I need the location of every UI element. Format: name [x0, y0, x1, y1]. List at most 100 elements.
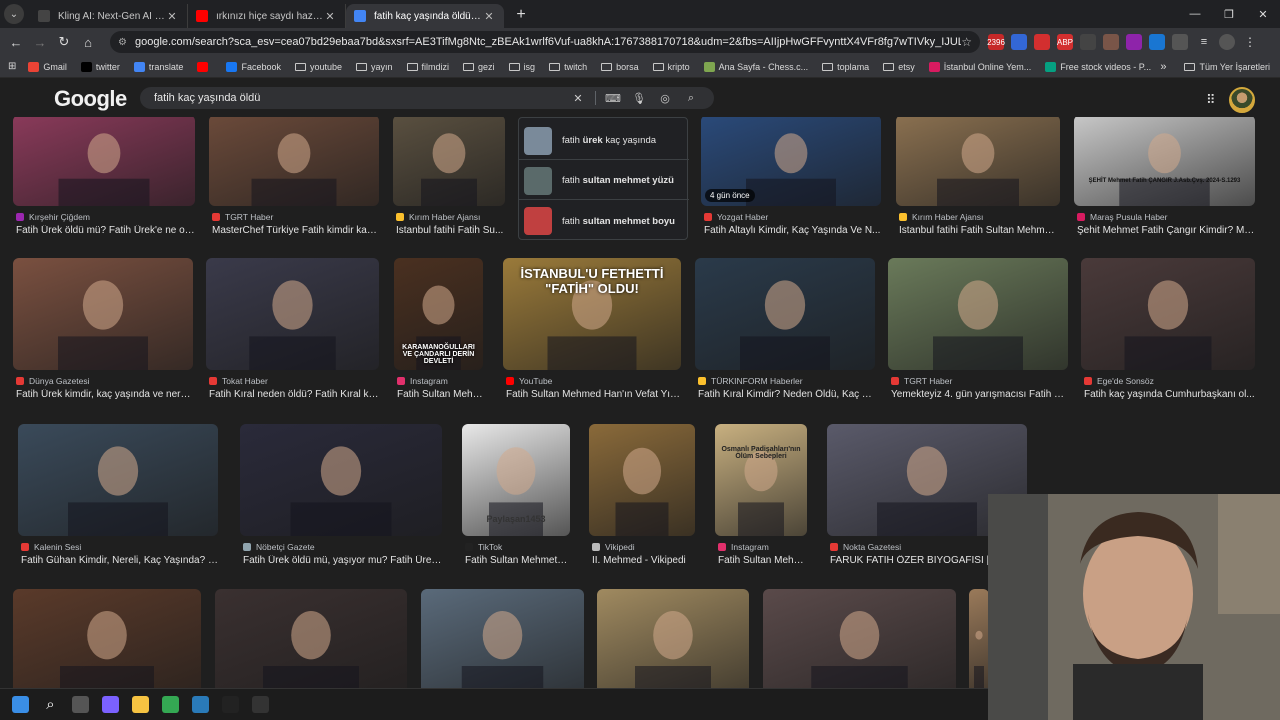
- media-controls-icon[interactable]: ≡: [1196, 34, 1212, 50]
- forward-icon[interactable]: →: [28, 35, 52, 50]
- close-window-icon[interactable]: ✕: [1246, 0, 1280, 28]
- image-result[interactable]: [969, 589, 989, 688]
- result-title[interactable]: Şehit Mehmet Fatih Çangır Kimdir? Me...: [1077, 225, 1255, 236]
- result-thumbnail[interactable]: [763, 589, 956, 688]
- extension-icon[interactable]: [1126, 34, 1142, 50]
- bookmark-link[interactable]: Ana Sayfa - Chess.c...: [703, 61, 808, 72]
- image-result[interactable]: Dünya Gazetesi Fatih Ürek kimdir, kaç yaş…: [13, 258, 193, 406]
- result-source[interactable]: TGRT Haber: [212, 212, 273, 222]
- result-source[interactable]: Dünya Gazetesi: [16, 376, 89, 386]
- bookmark-link[interactable]: twitter: [80, 61, 120, 72]
- search-icon[interactable]: ⌕: [678, 92, 704, 105]
- image-result[interactable]: Tokat Haber Fatih Kıral neden öldü? Fatih…: [206, 258, 379, 406]
- image-result[interactable]: TGRT Haber MasterChef Türkiye Fatih kimdi…: [209, 117, 379, 242]
- result-title[interactable]: Fatih Altaylı Kimdir, Kaç Yaşında Ve N..…: [704, 225, 881, 236]
- extension-icon[interactable]: 2396: [987, 34, 1005, 50]
- copilot-icon[interactable]: [102, 696, 119, 713]
- result-thumbnail[interactable]: ŞEHİT Mehmet Fatih ÇANGIR J.Asb.Çvş. 202…: [1074, 117, 1255, 206]
- result-title[interactable]: II. Mehmed - Vikipedi: [592, 555, 695, 566]
- result-thumbnail[interactable]: KARAMANOĞULLARI VE ÇANDARLI DERİN DEVLET…: [394, 258, 483, 370]
- apps-grid-icon[interactable]: ⊞: [8, 61, 16, 72]
- result-title[interactable]: Fatih Kıral Kimdir? Neden Öldü, Kaç Y...: [698, 389, 875, 400]
- result-source[interactable]: Yozgat Haber: [704, 212, 768, 222]
- result-thumbnail[interactable]: [421, 589, 584, 688]
- extension-icon[interactable]: [1103, 34, 1119, 50]
- result-thumbnail[interactable]: [896, 117, 1060, 206]
- image-result[interactable]: KARAMANOĞULLARI VE ÇANDARLI DERİN DEVLET…: [394, 258, 483, 406]
- result-title[interactable]: Fatih kaç yaşında Cumhurbaşkanı ol...: [1084, 389, 1255, 400]
- related-search-item[interactable]: fatih ürek kaç yaşında: [519, 122, 689, 160]
- result-title[interactable]: Fatih Ürek öldü mü? Fatih Ürek'e ne ol..…: [16, 225, 195, 236]
- home-icon[interactable]: ⌂: [76, 35, 100, 50]
- image-result[interactable]: TGRT Haber Yemekteyiz 4. gün yarışmacısı …: [888, 258, 1068, 406]
- result-source[interactable]: Instagram: [397, 376, 448, 386]
- extension-icon[interactable]: [1034, 34, 1050, 50]
- result-source[interactable]: TÜRKINFORM Haberler: [698, 376, 803, 386]
- result-source[interactable]: TikTok: [465, 542, 502, 552]
- result-source[interactable]: Kırım Haber Ajansı: [899, 212, 983, 222]
- extension-icon[interactable]: ABP: [1057, 34, 1073, 50]
- image-result[interactable]: Kırşehir Çiğdem Fatih Ürek öldü mü? Fatih…: [13, 117, 195, 242]
- image-result[interactable]: Nöbetçi Gazete Fatih Ürek öldü mü, yaşıyo…: [240, 424, 442, 572]
- result-thumbnail[interactable]: [1081, 258, 1255, 370]
- result-thumbnail[interactable]: İSTANBUL'U FETHETTİ "FATİH" OLDU!: [503, 258, 681, 370]
- tradingview-icon[interactable]: [222, 696, 239, 713]
- extension-icon[interactable]: [1172, 34, 1188, 50]
- result-thumbnail[interactable]: [209, 117, 379, 206]
- related-search-item[interactable]: fatih sultan mehmet boyu: [519, 202, 689, 240]
- result-thumbnail[interactable]: [888, 258, 1068, 370]
- image-result[interactable]: 4 gün önce Yozgat Haber Fatih Altaylı Kimd…: [701, 117, 881, 242]
- result-source[interactable]: Kırşehir Çiğdem: [16, 212, 90, 222]
- bookmark-link[interactable]: translate: [133, 61, 183, 72]
- result-title[interactable]: Fatih Kıral neden öldü? Fatih Kıral ka..…: [209, 389, 379, 400]
- bookmark-link[interactable]: Free stock videos - P...: [1045, 61, 1151, 72]
- task-view-icon[interactable]: [72, 696, 89, 713]
- address-bar[interactable]: ⚙ google.com/search?sca_esv=cea07bd29eba…: [110, 31, 980, 53]
- bookmark-folder[interactable]: kripto: [652, 62, 690, 72]
- result-thumbnail[interactable]: [13, 258, 193, 370]
- result-title[interactable]: MasterChef Türkiye Fatih kimdir kaç ...: [212, 225, 379, 236]
- image-result[interactable]: [421, 589, 584, 688]
- tab-close-icon[interactable]: ✕: [165, 10, 179, 23]
- tab-search-button[interactable]: ⌄: [4, 4, 24, 24]
- browser-tab[interactable]: ırkınızı hiçe saydı hazreti fatih✕: [188, 4, 346, 28]
- image-result[interactable]: [597, 589, 749, 688]
- result-title[interactable]: Yemekteyiz 4. gün yarışmacısı Fatih U...: [891, 389, 1068, 400]
- extension-icon[interactable]: [1149, 34, 1165, 50]
- result-title[interactable]: Fatih Ürek kimdir, kaç yaşında ve nere..…: [16, 389, 193, 400]
- extension-icon[interactable]: [1011, 34, 1027, 50]
- image-result[interactable]: [763, 589, 956, 688]
- result-title[interactable]: İstanbul fatihi Fatih Su...: [396, 225, 505, 236]
- result-source[interactable]: TGRT Haber: [891, 376, 952, 386]
- chrome-icon[interactable]: [162, 696, 179, 713]
- result-source[interactable]: Nöbetçi Gazete: [243, 542, 315, 552]
- image-result[interactable]: ŞEHİT Mehmet Fatih ÇANGIR J.Asb.Çvş. 202…: [1074, 117, 1255, 242]
- result-thumbnail[interactable]: [206, 258, 379, 370]
- bookmark-folder[interactable]: etsy: [883, 62, 915, 72]
- search-query[interactable]: fatih kaç yaşında öldü: [154, 92, 565, 104]
- site-info-icon[interactable]: ⚙: [118, 37, 127, 48]
- result-source[interactable]: Nokta Gazetesi: [830, 542, 901, 552]
- result-thumbnail[interactable]: [969, 589, 989, 688]
- bookmark-folder[interactable]: filmdizi: [406, 62, 449, 72]
- result-thumbnail[interactable]: [215, 589, 407, 688]
- lens-icon[interactable]: ◎: [652, 92, 678, 105]
- result-source[interactable]: Ege'de Sonsöz: [1084, 376, 1154, 386]
- result-thumbnail[interactable]: Osmanlı Padişahları'nın Ölüm Sebepleri: [715, 424, 807, 536]
- clear-search-icon[interactable]: ✕: [565, 92, 591, 105]
- image-result[interactable]: Kırım Haber Ajansı İstanbul fatihi Fatih …: [393, 117, 505, 242]
- bookmark-folder[interactable]: isg: [508, 62, 535, 72]
- result-title[interactable]: Fatih Sultan Mehm...: [397, 389, 483, 400]
- bookmarks-more-button[interactable]: »: [1160, 61, 1166, 73]
- bookmark-folder[interactable]: yayın: [356, 62, 393, 72]
- result-title[interactable]: Fatih Sultan Mehmed Han'ın Vefat Yıl ...: [506, 389, 681, 400]
- result-source[interactable]: Maraş Pusula Haber: [1077, 212, 1167, 222]
- image-result[interactable]: Kırım Haber Ajansı İstanbul fatihi Fatih …: [896, 117, 1060, 242]
- google-apps-icon[interactable]: ⠿: [1206, 92, 1216, 108]
- image-result[interactable]: TÜRKINFORM Haberler Fatih Kıral Kimdir? N…: [695, 258, 875, 406]
- image-result[interactable]: Osmanlı Padişahları'nın Ölüm Sebepleri In…: [715, 424, 807, 572]
- result-title[interactable]: İstanbul fatihi Fatih Sultan Mehmet...: [899, 225, 1060, 236]
- google-logo[interactable]: Google: [54, 86, 127, 112]
- microphone-icon[interactable]: 🎙: [626, 92, 652, 105]
- result-thumbnail[interactable]: [13, 117, 195, 206]
